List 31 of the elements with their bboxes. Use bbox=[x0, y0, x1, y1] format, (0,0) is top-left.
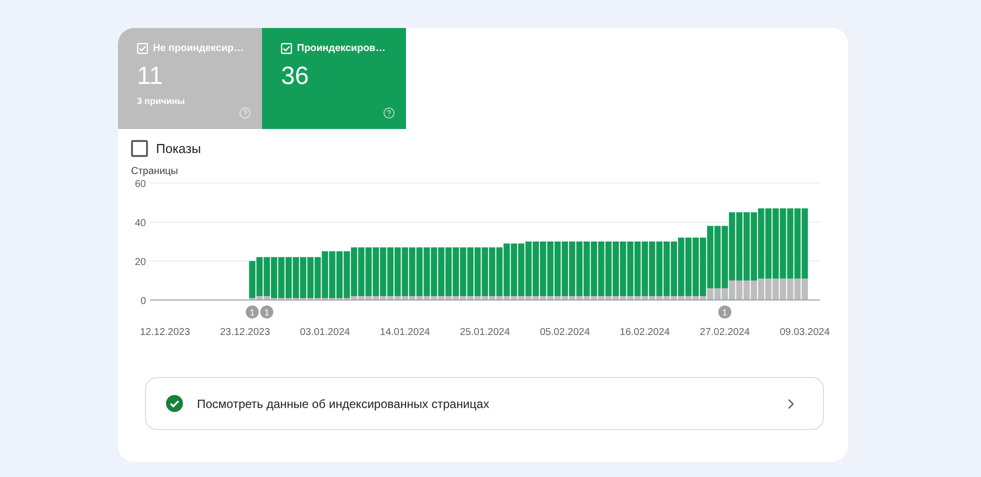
details-link[interactable]: Посмотреть данные об индексированных страницах bbox=[145, 377, 824, 430]
checkbox-icon[interactable] bbox=[137, 43, 148, 54]
tile-value: 36 bbox=[281, 62, 310, 90]
axis-label: 14.01.2024 bbox=[380, 327, 430, 338]
checkbox-icon[interactable] bbox=[281, 43, 292, 54]
checkbox[interactable] bbox=[131, 140, 148, 157]
tile-label: Проиндексиров… bbox=[297, 43, 386, 54]
axis-label: 60 bbox=[134, 179, 146, 190]
metric-tile[interactable]: Проиндексиров… 36 bbox=[262, 28, 406, 129]
tile-value: 11 bbox=[137, 62, 164, 90]
axis-label: 23.12.2023 bbox=[220, 327, 270, 338]
annotation-marker[interactable]: 1 bbox=[246, 306, 259, 318]
axis-label: 16.02.2024 bbox=[620, 327, 670, 338]
axis-label: 40 bbox=[134, 218, 146, 229]
tile-sublabel: 3 причины bbox=[137, 96, 186, 106]
checkbox-label: Показы bbox=[156, 141, 201, 156]
axis-label: 20 bbox=[134, 257, 146, 268]
help-icon[interactable] bbox=[239, 107, 251, 119]
annotation-marker[interactable]: 1 bbox=[260, 306, 274, 318]
axis-label: 05.02.2024 bbox=[540, 327, 590, 338]
annotation-marker[interactable]: 1 bbox=[718, 306, 732, 318]
metric-tile[interactable]: Не проиндексир… 11 3 причины bbox=[118, 28, 262, 129]
axis-label: 03.01.2024 bbox=[300, 327, 350, 338]
axis-label: 12.12.2023 bbox=[140, 327, 190, 338]
axis-title: Страницы bbox=[131, 166, 178, 177]
axis-label: 09.03.2024 bbox=[780, 327, 830, 338]
axis-label: 27.02.2024 bbox=[700, 327, 750, 338]
tile-label: Не проиндексир… bbox=[153, 43, 244, 54]
axis-label: 25.01.2024 bbox=[460, 327, 510, 338]
axis-label: 0 bbox=[140, 296, 146, 307]
help-icon[interactable] bbox=[383, 107, 395, 119]
